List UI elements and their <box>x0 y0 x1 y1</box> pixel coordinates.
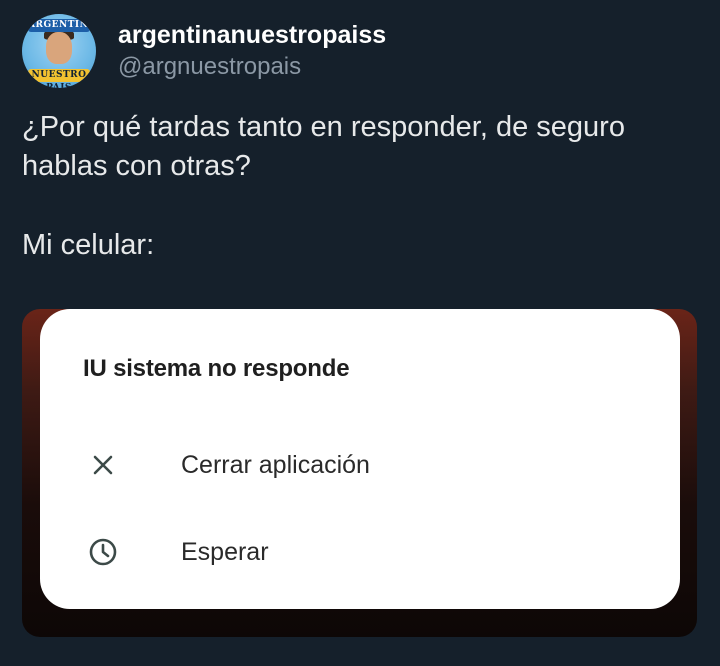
wait-label: Esperar <box>181 537 269 566</box>
wait-option[interactable]: Esperar <box>40 522 680 582</box>
author-display-name[interactable]: argentinanuestropaiss <box>118 20 386 50</box>
avatar-logo-text-top: ARGENTINA <box>28 19 96 32</box>
tweet-header: ARGENTINA NUESTRO PAIS argentinanuestrop… <box>22 14 386 88</box>
close-app-label: Cerrar aplicación <box>181 450 370 479</box>
dialog-title: IU sistema no responde <box>83 355 350 382</box>
close-icon <box>88 450 118 480</box>
avatar[interactable]: ARGENTINA NUESTRO PAIS <box>22 14 96 88</box>
tweet-text-line: Mi celular: <box>22 229 155 261</box>
close-app-option[interactable]: Cerrar aplicación <box>40 435 680 495</box>
author-names: argentinanuestropaiss @argnuestropais <box>118 20 386 82</box>
avatar-logo-text-bottom: NUESTRO PAIS <box>28 69 90 88</box>
avatar-face <box>46 32 72 64</box>
clock-icon <box>88 537 118 567</box>
author-handle[interactable]: @argnuestropais <box>118 52 386 82</box>
tweet-text-line: ¿Por qué tardas tanto en responder, de s… <box>22 111 625 182</box>
tweet-text: ¿Por qué tardas tanto en responder, de s… <box>22 108 692 265</box>
anr-dialog: IU sistema no responde Cerrar aplicación… <box>40 309 680 609</box>
